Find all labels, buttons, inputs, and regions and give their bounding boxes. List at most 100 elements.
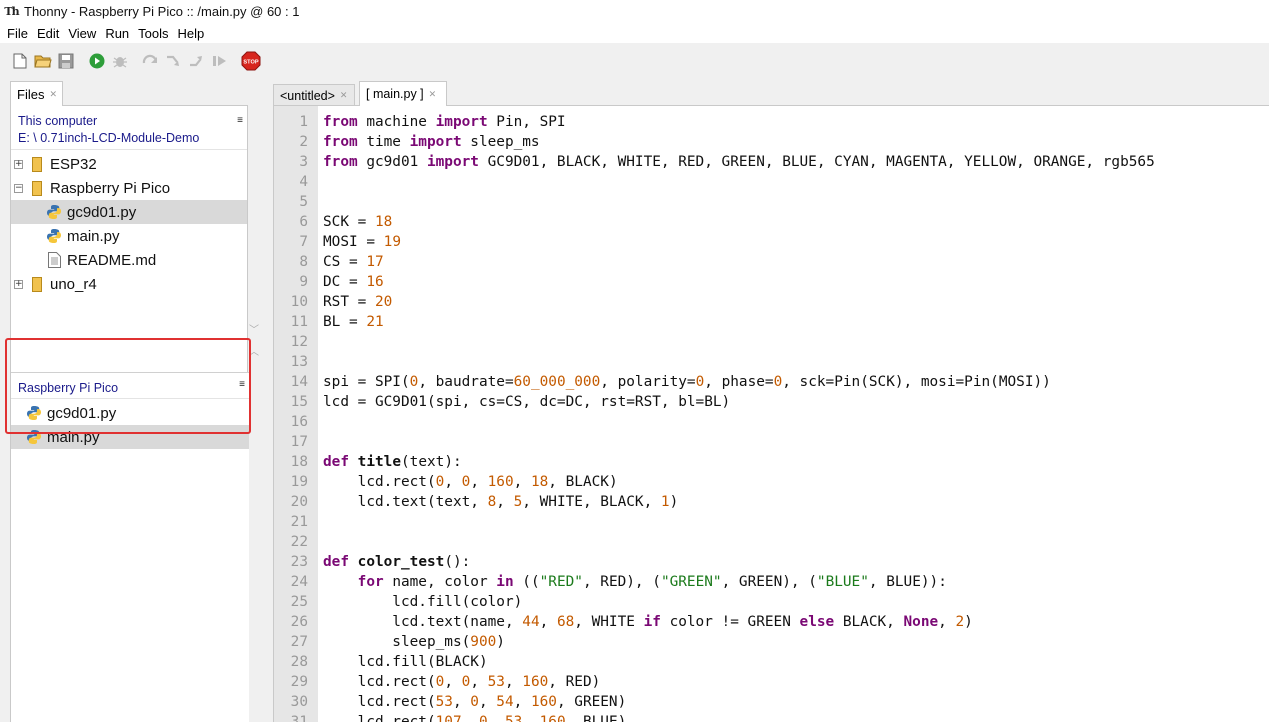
code-text[interactable] — [308, 192, 323, 212]
code-area[interactable]: 1 from machine import Pin, SPI 2 from time … — [274, 112, 1269, 722]
code-line[interactable]: 1 from machine import Pin, SPI — [274, 112, 1269, 132]
tree-item-esp32[interactable]: + ESP32 — [11, 152, 247, 176]
tree-item-gc9d01[interactable]: gc9d01.py — [11, 200, 247, 224]
code-text[interactable]: CS = 17 — [308, 252, 384, 272]
menu-help[interactable]: Help — [174, 26, 209, 41]
close-icon[interactable]: ✕ — [429, 89, 437, 100]
code-text[interactable] — [308, 412, 323, 432]
code-text[interactable]: lcd.rect(0, 0, 53, 160, RED) — [308, 672, 601, 692]
scroll-down-arrow-icon[interactable]: ﹀ — [249, 321, 259, 336]
step-out-icon[interactable] — [187, 51, 207, 71]
code-text[interactable]: spi = SPI(0, baudrate=60_000_000, polari… — [308, 372, 1051, 392]
panel-menu-icon[interactable]: ≡ — [239, 379, 245, 390]
new-file-icon[interactable] — [10, 51, 30, 71]
tree-item-uno-r4[interactable]: + uno_r4 — [11, 272, 247, 296]
code-text[interactable]: lcd.rect(0, 0, 160, 18, BLACK) — [308, 472, 618, 492]
code-line[interactable]: 24 for name, color in (("RED", RED), ("G… — [274, 572, 1269, 592]
device-item-main[interactable]: main.py — [11, 425, 249, 449]
code-editor[interactable]: 1 from machine import Pin, SPI 2 from time … — [273, 105, 1269, 722]
code-text[interactable]: MOSI = 19 — [308, 232, 401, 252]
code-text[interactable] — [308, 432, 323, 452]
menu-tools[interactable]: Tools — [134, 26, 172, 41]
menu-run[interactable]: Run — [101, 26, 133, 41]
code-line[interactable]: 7 MOSI = 19 — [274, 232, 1269, 252]
code-line[interactable]: 10 RST = 20 — [274, 292, 1269, 312]
tree-item-readme[interactable]: README.md — [11, 248, 247, 272]
code-line[interactable]: 18 def title(text): — [274, 452, 1269, 472]
code-text[interactable]: lcd = GC9D01(spi, cs=CS, dc=DC, rst=RST,… — [308, 392, 730, 412]
code-text[interactable]: lcd.text(text, 8, 5, WHITE, BLACK, 1) — [308, 492, 679, 512]
code-line[interactable]: 19 lcd.rect(0, 0, 160, 18, BLACK) — [274, 472, 1269, 492]
code-text[interactable]: lcd.text(name, 44, 68, WHITE if color !=… — [308, 612, 973, 632]
code-text[interactable]: def title(text): — [308, 452, 462, 472]
code-text[interactable] — [308, 172, 323, 192]
close-icon[interactable]: ✕ — [340, 90, 348, 101]
code-text[interactable]: lcd.rect(107, 0, 53, 160, BLUE) — [308, 712, 627, 722]
code-line[interactable]: 3 from gc9d01 import GC9D01, BLACK, WHITE… — [274, 152, 1269, 172]
resume-icon[interactable] — [210, 51, 230, 71]
code-text[interactable]: sleep_ms(900) — [308, 632, 505, 652]
step-into-icon[interactable] — [164, 51, 184, 71]
code-line[interactable]: 16 — [274, 412, 1269, 432]
device-item-gc9d01[interactable]: gc9d01.py — [11, 401, 249, 425]
open-file-icon[interactable] — [33, 51, 53, 71]
code-line[interactable]: 28 lcd.fill(BLACK) — [274, 652, 1269, 672]
code-line[interactable]: 13 — [274, 352, 1269, 372]
code-text[interactable] — [308, 532, 323, 552]
menu-edit[interactable]: Edit — [33, 26, 63, 41]
code-text[interactable] — [308, 332, 323, 352]
code-text[interactable]: def color_test(): — [308, 552, 470, 572]
tree-item-main[interactable]: main.py — [11, 224, 247, 248]
run-icon[interactable] — [87, 51, 107, 71]
code-line[interactable]: 9 DC = 16 — [274, 272, 1269, 292]
code-line[interactable]: 25 lcd.fill(color) — [274, 592, 1269, 612]
code-line[interactable]: 27 sleep_ms(900) — [274, 632, 1269, 652]
code-line[interactable]: 31 lcd.rect(107, 0, 53, 160, BLUE) — [274, 712, 1269, 722]
code-text[interactable]: from gc9d01 import GC9D01, BLACK, WHITE,… — [308, 152, 1155, 172]
code-text[interactable]: lcd.fill(color) — [308, 592, 522, 612]
code-text[interactable] — [308, 352, 323, 372]
code-line[interactable]: 26 lcd.text(name, 44, 68, WHITE if color… — [274, 612, 1269, 632]
close-icon[interactable]: ✕ — [49, 89, 57, 100]
expand-icon[interactable]: + — [14, 279, 23, 289]
tab-files[interactable]: Files ✕ — [10, 81, 63, 106]
code-text[interactable]: lcd.rect(53, 0, 54, 160, GREEN) — [308, 692, 627, 712]
code-line[interactable]: 11 BL = 21 — [274, 312, 1269, 332]
code-line[interactable]: 23 def color_test(): — [274, 552, 1269, 572]
code-line[interactable]: 4 — [274, 172, 1269, 192]
code-line[interactable]: 6 SCK = 18 — [274, 212, 1269, 232]
code-text[interactable]: DC = 16 — [308, 272, 384, 292]
code-text[interactable]: SCK = 18 — [308, 212, 392, 232]
code-line[interactable]: 30 lcd.rect(53, 0, 54, 160, GREEN) — [274, 692, 1269, 712]
code-text[interactable]: lcd.fill(BLACK) — [308, 652, 488, 672]
save-icon[interactable] — [56, 51, 76, 71]
code-line[interactable]: 17 — [274, 432, 1269, 452]
code-text[interactable]: from time import sleep_ms — [308, 132, 540, 152]
tree-item-raspberry-pi-pico[interactable]: − Raspberry Pi Pico — [11, 176, 247, 200]
panel-menu-icon[interactable]: ≡ — [237, 112, 243, 129]
code-text[interactable]: from machine import Pin, SPI — [308, 112, 566, 132]
step-over-icon[interactable] — [141, 51, 161, 71]
code-line[interactable]: 14 spi = SPI(0, baudrate=60_000_000, pola… — [274, 372, 1269, 392]
code-line[interactable]: 22 — [274, 532, 1269, 552]
code-line[interactable]: 2 from time import sleep_ms — [274, 132, 1269, 152]
code-text[interactable]: RST = 20 — [308, 292, 392, 312]
menu-file[interactable]: File — [3, 26, 32, 41]
expand-icon[interactable]: + — [14, 159, 23, 169]
code-line[interactable]: 5 — [274, 192, 1269, 212]
code-line[interactable]: 21 — [274, 512, 1269, 532]
tab-main-py[interactable]: [ main.py ] ✕ — [359, 81, 447, 106]
code-line[interactable]: 12 — [274, 332, 1269, 352]
stop-icon[interactable]: STOP — [241, 51, 261, 71]
scroll-up-arrow-icon[interactable]: ︿ — [249, 343, 259, 358]
tab-untitled[interactable]: <untitled> ✕ — [273, 84, 355, 106]
debug-icon[interactable] — [110, 51, 130, 71]
code-text[interactable] — [308, 512, 323, 532]
code-text[interactable]: for name, color in (("RED", RED), ("GREE… — [308, 572, 947, 592]
collapse-icon[interactable]: − — [14, 183, 23, 193]
code-line[interactable]: 15 lcd = GC9D01(spi, cs=CS, dc=DC, rst=RS… — [274, 392, 1269, 412]
menu-view[interactable]: View — [64, 26, 100, 41]
code-line[interactable]: 29 lcd.rect(0, 0, 53, 160, RED) — [274, 672, 1269, 692]
code-line[interactable]: 8 CS = 17 — [274, 252, 1269, 272]
code-line[interactable]: 20 lcd.text(text, 8, 5, WHITE, BLACK, 1) — [274, 492, 1269, 512]
